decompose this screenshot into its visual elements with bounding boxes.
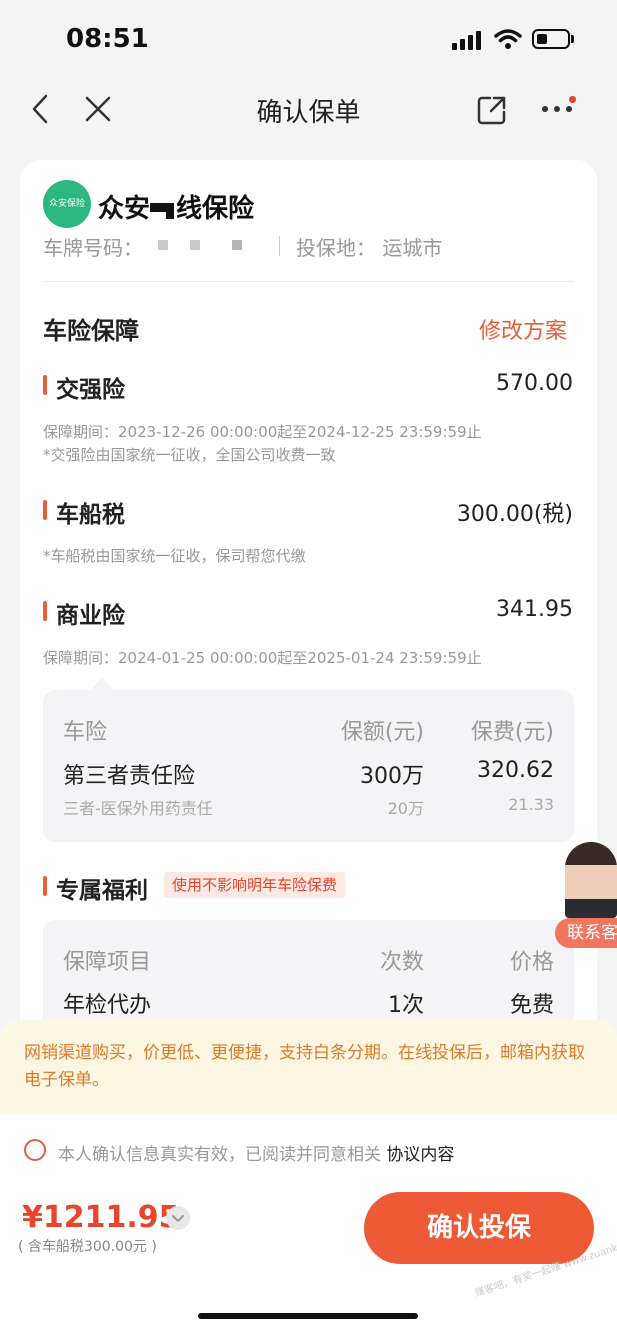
item-note: *车船税由国家统一征收，保司帮您代缴 (43, 547, 306, 565)
item-note: 保障期间：2024-01-25 00:00:00起至2025-01-24 23:… (43, 649, 482, 667)
location-field: 投保地： 运城市 (296, 232, 442, 261)
benefits-tag: 使用不影响明年车险保费 (164, 872, 346, 898)
table-header: 保障项目 (63, 950, 152, 975)
table-header: 保额(元) (340, 720, 424, 745)
service-label: 联系客服 (555, 918, 617, 948)
header-divider (279, 236, 280, 256)
agreement-link[interactable]: 协议内容 (386, 1145, 454, 1165)
agree-text: 本人确认信息真实有效，已阅读并同意相关 (58, 1145, 381, 1165)
status-time: 08:51 (66, 24, 149, 54)
table-cell: 21.33 (508, 795, 554, 814)
item-price: 570.00 (496, 371, 573, 396)
plate-redaction (232, 240, 242, 250)
cellular-signal-icon (452, 31, 481, 50)
table-cell: 三者-医保外用药责任 (63, 799, 213, 818)
more-icon[interactable] (541, 104, 573, 114)
item-note: *交强险由国家统一征收，全国公司收费一致 (43, 446, 336, 464)
item-price: 341.95 (496, 597, 573, 622)
plate-redaction (158, 240, 168, 250)
table-header: 保费(元) (470, 720, 554, 745)
agree-checkbox[interactable] (24, 1139, 46, 1161)
notice-text: 网销渠道购买，价更低、更便捷，支持白条分期。在线投保后，邮箱内获取电子保单。 (24, 1043, 585, 1090)
home-indicator (198, 1313, 418, 1319)
wifi-icon (494, 29, 522, 49)
service-avatar (565, 842, 617, 918)
section-divider (43, 281, 574, 282)
table-cell: 320.62 (477, 758, 554, 783)
total-price: ¥1211.95 (22, 1200, 180, 1235)
table-cell: 300万 (360, 764, 424, 789)
chevron-down-icon (172, 1215, 184, 1222)
table-header: 价格 (509, 950, 554, 975)
insurer-logo: 众安保险 (43, 180, 91, 228)
item-name: 车船税 (56, 502, 125, 528)
location-value: 运城市 (382, 236, 443, 260)
close-icon[interactable] (85, 96, 111, 122)
status-bar: 08:51 (0, 0, 617, 80)
tax-note: ( 含车船税300.00元 ) (18, 1239, 157, 1255)
confirm-purchase-button[interactable]: 确认投保 (364, 1192, 594, 1264)
item-marker (43, 601, 47, 621)
price-detail-toggle[interactable] (166, 1206, 190, 1230)
item-note: 保障期间：2023-12-26 00:00:00起至2024-12-25 23:… (43, 423, 482, 441)
plate-label: 车牌号码： (43, 236, 143, 260)
item-name: 商业险 (56, 603, 125, 629)
customer-service-button[interactable]: 联系客服 (555, 842, 617, 954)
battery-icon (532, 29, 570, 49)
benefits-title: 专属福利 (56, 878, 148, 904)
item-name: 交强险 (56, 377, 125, 403)
table-cell: 1次 (388, 993, 424, 1018)
item-price: 300.00(税) (456, 502, 573, 527)
item-marker (43, 876, 47, 896)
table-header: 次数 (379, 950, 424, 975)
plate-redaction (190, 240, 200, 250)
agree-statement: 本人确认信息真实有效，已阅读并同意相关 协议内容 (58, 1140, 454, 1165)
edit-plan-link[interactable]: 修改方案 (479, 313, 567, 345)
redaction-mark (166, 203, 174, 219)
table-cell: 20万 (387, 799, 424, 818)
back-icon[interactable] (30, 94, 50, 124)
item-marker (43, 500, 47, 520)
table-cell: 年检代办 (63, 993, 152, 1018)
share-icon[interactable] (476, 94, 508, 126)
coverage-title: 车险保障 (43, 317, 139, 345)
table-cell: 免费 (509, 993, 554, 1018)
table-cell: 第三者责任险 (63, 764, 196, 789)
battery-nub (571, 35, 574, 43)
subtable-pointer (90, 678, 114, 690)
location-label: 投保地： (296, 236, 376, 260)
notification-dot (569, 96, 576, 103)
company-name: 众安 线保险 (98, 194, 255, 224)
table-header: 车险 (63, 720, 108, 745)
item-marker (43, 375, 47, 395)
battery-level (537, 34, 547, 44)
